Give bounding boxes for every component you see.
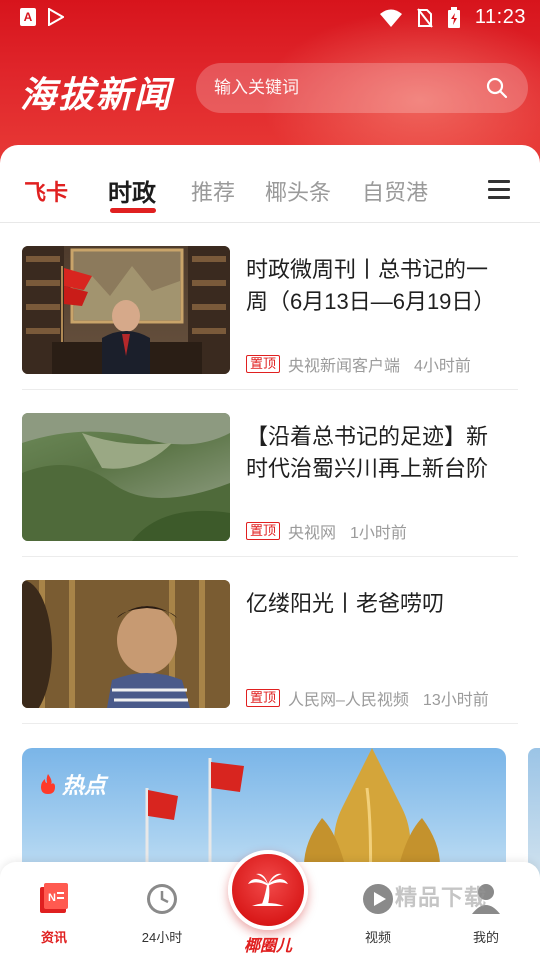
nav-label: 我的	[472, 930, 499, 945]
nav-24h[interactable]: 24小时	[122, 882, 202, 946]
tab-shizheng[interactable]: 时政	[108, 173, 156, 208]
pinned-badge: 置顶	[246, 355, 281, 373]
nav-label: 资讯	[40, 930, 67, 945]
tab-yetoutiao[interactable]: 椰头条	[265, 175, 331, 207]
notification-a-icon: A	[20, 8, 36, 26]
news-meta: 置顶 人民网–人民视频 13小时前	[246, 686, 489, 710]
news-thumbnail-art	[22, 580, 230, 708]
active-tab-indicator	[110, 208, 156, 213]
palm-tree-icon	[248, 873, 288, 906]
news-time: 4小时前	[414, 358, 471, 375]
play-circle-icon	[363, 884, 393, 914]
news-thumbnail	[22, 413, 230, 541]
svg-text:N: N	[48, 892, 56, 904]
status-left-icons: A	[20, 8, 64, 26]
hot-label-text: 热点	[62, 773, 107, 798]
news-meta: 置顶 央视网 1小时前	[246, 519, 407, 543]
news-title[interactable]: 【沿着总书记的足迹】新时代治蜀兴川再上新台阶	[246, 421, 508, 485]
flame-icon	[41, 774, 55, 794]
play-store-icon	[48, 8, 64, 26]
news-source: 人民网–人民视频	[288, 692, 409, 709]
coconut-circle-button[interactable]	[228, 850, 308, 930]
news-thumbnail	[22, 580, 230, 708]
tab-feika[interactable]: 飞卡	[24, 175, 68, 207]
nav-label: 视频	[364, 930, 391, 945]
wifi-icon	[379, 9, 402, 27]
search-input[interactable]	[214, 78, 464, 98]
coconut-circle-label: 椰圈儿	[243, 938, 292, 955]
nav-label: 24小时	[141, 930, 183, 945]
hot-label: 热点	[38, 768, 106, 800]
news-title[interactable]: 亿缕阳光丨老爸唠叨	[246, 588, 508, 620]
news-item[interactable]: 【沿着总书记的足迹】新时代治蜀兴川再上新台阶 置顶 央视网 1小时前	[22, 413, 518, 557]
news-source: 央视新闻客户端	[288, 358, 401, 375]
search-icon[interactable]	[486, 77, 508, 99]
watermark-text: 精品下载	[395, 885, 488, 910]
news-thumbnail	[22, 246, 230, 374]
news-time: 13小时前	[422, 692, 489, 709]
battery-charging-icon	[447, 6, 460, 28]
app-header: A 11:23 海拔新闻	[0, 0, 540, 165]
news-thumbnail-art	[22, 413, 230, 541]
tab-tuijian[interactable]: 推荐	[191, 175, 235, 207]
app-logo: 海拔新闻	[20, 74, 173, 116]
news-thumbnail-art	[22, 246, 230, 374]
tab-zimaogang[interactable]: 自贸港	[362, 175, 428, 207]
content-panel: 飞卡 时政 推荐 椰头条 自贸港 时政微周刊丨总书记的一周（6月13日—6月19…	[0, 145, 540, 960]
status-right-icons: 11:23	[379, 6, 526, 29]
news-item[interactable]: 时政微周刊丨总书记的一周（6月13日—6月19日） 置顶 央视新闻客户端 4小时…	[22, 246, 518, 390]
news-title[interactable]: 时政微周刊丨总书记的一周（6月13日—6月19日）	[246, 254, 508, 318]
clock-icon	[147, 884, 177, 914]
news-source: 央视网	[288, 525, 337, 542]
menu-icon[interactable]	[488, 180, 510, 200]
no-sim-icon	[417, 7, 433, 28]
nav-news[interactable]: N 资讯	[14, 882, 94, 946]
news-tab-icon: N	[40, 883, 68, 913]
pinned-badge: 置顶	[246, 522, 281, 540]
status-bar: A 11:23	[0, 0, 540, 36]
status-time: 11:23	[474, 6, 526, 28]
pinned-badge: 置顶	[246, 689, 281, 707]
news-time: 1小时前	[350, 525, 407, 542]
channel-tabs: 飞卡 时政 推荐 椰头条 自贸港	[0, 145, 540, 223]
search-bar[interactable]	[196, 63, 528, 113]
news-meta: 置顶 央视新闻客户端 4小时前	[246, 352, 471, 376]
news-item[interactable]: 亿缕阳光丨老爸唠叨 置顶 人民网–人民视频 13小时前	[22, 580, 518, 724]
